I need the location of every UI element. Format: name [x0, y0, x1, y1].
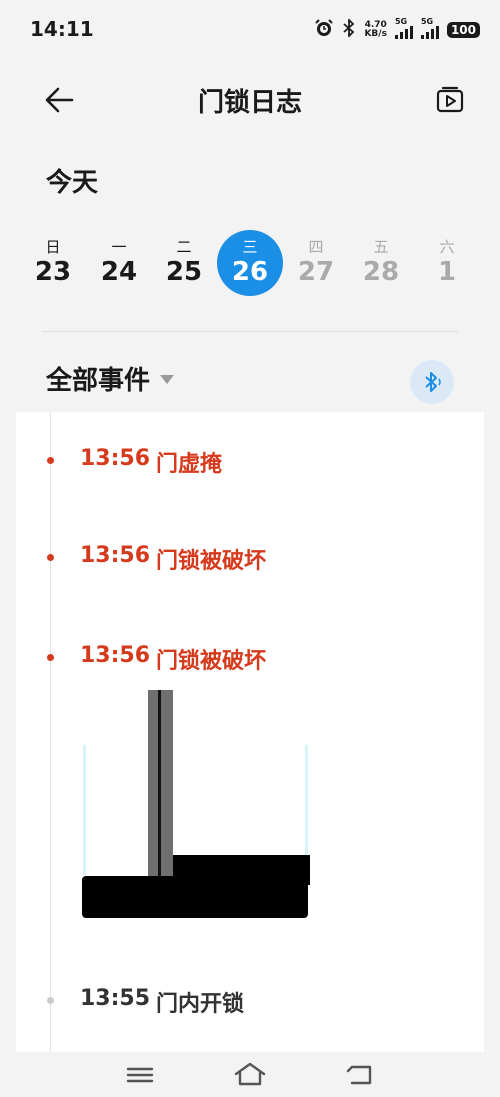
- calendar-date: 24: [100, 257, 138, 287]
- page-title: 门锁日志: [197, 88, 302, 118]
- calendar-day[interactable]: 二 25: [151, 230, 217, 296]
- system-back-button[interactable]: [342, 1060, 378, 1090]
- menu-button[interactable]: [122, 1060, 158, 1090]
- alarm-icon: [314, 18, 334, 42]
- caret-down-icon: [160, 375, 175, 384]
- event-filter-label: 全部事件: [46, 366, 151, 396]
- event-list: 13:56 门虚掩 13:56 门锁被破坏 13:56 门锁被破坏 13:55 …: [16, 412, 484, 1052]
- calendar-weekday: 三: [242, 238, 258, 256]
- day-label: 今天: [46, 168, 99, 198]
- event-filter-dropdown[interactable]: 全部事件: [46, 360, 175, 397]
- event-time: 13:56: [80, 446, 151, 471]
- calendar-date: 28: [362, 257, 400, 287]
- event-item[interactable]: 13:56 门锁被破坏: [16, 637, 484, 677]
- calendar-weekday: 四: [308, 238, 324, 256]
- bluetooth-status-icon: [342, 17, 356, 41]
- event-time: 13:56: [80, 543, 151, 568]
- net-speed: 4.70 KB/s: [364, 21, 386, 39]
- event-text: 门锁被破坏: [156, 649, 267, 674]
- week-calendar: 日 23 一 24 二 25 三 26 四 27 五 28 六 1: [20, 230, 480, 300]
- event-text: 门锁被破坏: [156, 549, 267, 574]
- back-icon: [346, 1065, 372, 1085]
- calendar-date: 23: [34, 257, 72, 287]
- system-nav-bar: [0, 1052, 500, 1097]
- event-item[interactable]: 13:56 门锁被破坏: [16, 537, 484, 577]
- bluetooth-icon: [425, 372, 441, 392]
- signal-1-icon: 5G: [394, 17, 413, 39]
- calendar-day[interactable]: 一 24: [86, 230, 152, 296]
- calendar-date: 26: [231, 257, 269, 287]
- event-text: 门虚掩: [156, 452, 223, 477]
- calendar-weekday: 五: [373, 238, 389, 256]
- event-time: 13:55: [80, 986, 151, 1011]
- timeline-dot: [47, 457, 54, 464]
- calendar-day[interactable]: 四 27: [283, 230, 349, 296]
- signal-2-icon: 5G: [420, 17, 439, 39]
- calendar-date: 25: [165, 257, 203, 287]
- timeline-dot: [47, 554, 54, 561]
- calendar-day-selected[interactable]: 三 26: [217, 230, 283, 296]
- event-item[interactable]: 13:56 门虚掩: [16, 440, 484, 480]
- video-playback-icon: [436, 86, 464, 113]
- home-button[interactable]: [232, 1060, 268, 1090]
- calendar-date: 1: [437, 257, 457, 287]
- event-time: 13:56: [80, 643, 151, 668]
- header: 门锁日志: [0, 70, 500, 130]
- menu-icon: [126, 1067, 154, 1083]
- calendar-date: 27: [297, 257, 335, 287]
- video-playback-button[interactable]: [434, 84, 466, 116]
- signal-1-label: 5G: [394, 17, 408, 26]
- timeline-line: [50, 412, 51, 1052]
- signal-2-label: 5G: [420, 17, 434, 26]
- timeline-dot: [47, 654, 54, 661]
- calendar-weekday: 日: [45, 238, 61, 256]
- battery-indicator: 100: [446, 22, 480, 38]
- calendar-weekday: 二: [176, 238, 192, 256]
- calendar-weekday: 一: [111, 238, 127, 256]
- bluetooth-button[interactable]: [410, 360, 454, 404]
- event-item[interactable]: 13:55 门内开锁: [16, 980, 484, 1020]
- calendar-day[interactable]: 日 23: [20, 230, 86, 296]
- status-bar: 14:11 4.70 KB/s 5G 5G 100: [0, 0, 500, 60]
- calendar-day[interactable]: 五 28: [348, 230, 414, 296]
- event-snapshot-image[interactable]: [80, 690, 310, 922]
- calendar-weekday: 六: [439, 238, 455, 256]
- home-icon: [234, 1062, 266, 1086]
- event-text: 门内开锁: [156, 992, 245, 1017]
- divider: [42, 331, 458, 332]
- timeline-dot: [47, 997, 54, 1004]
- status-icons: 4.70 KB/s 5G 5G 100: [314, 17, 480, 42]
- status-time: 14:11: [30, 17, 94, 41]
- calendar-day[interactable]: 六 1: [414, 230, 480, 296]
- net-speed-unit: KB/s: [364, 29, 387, 39]
